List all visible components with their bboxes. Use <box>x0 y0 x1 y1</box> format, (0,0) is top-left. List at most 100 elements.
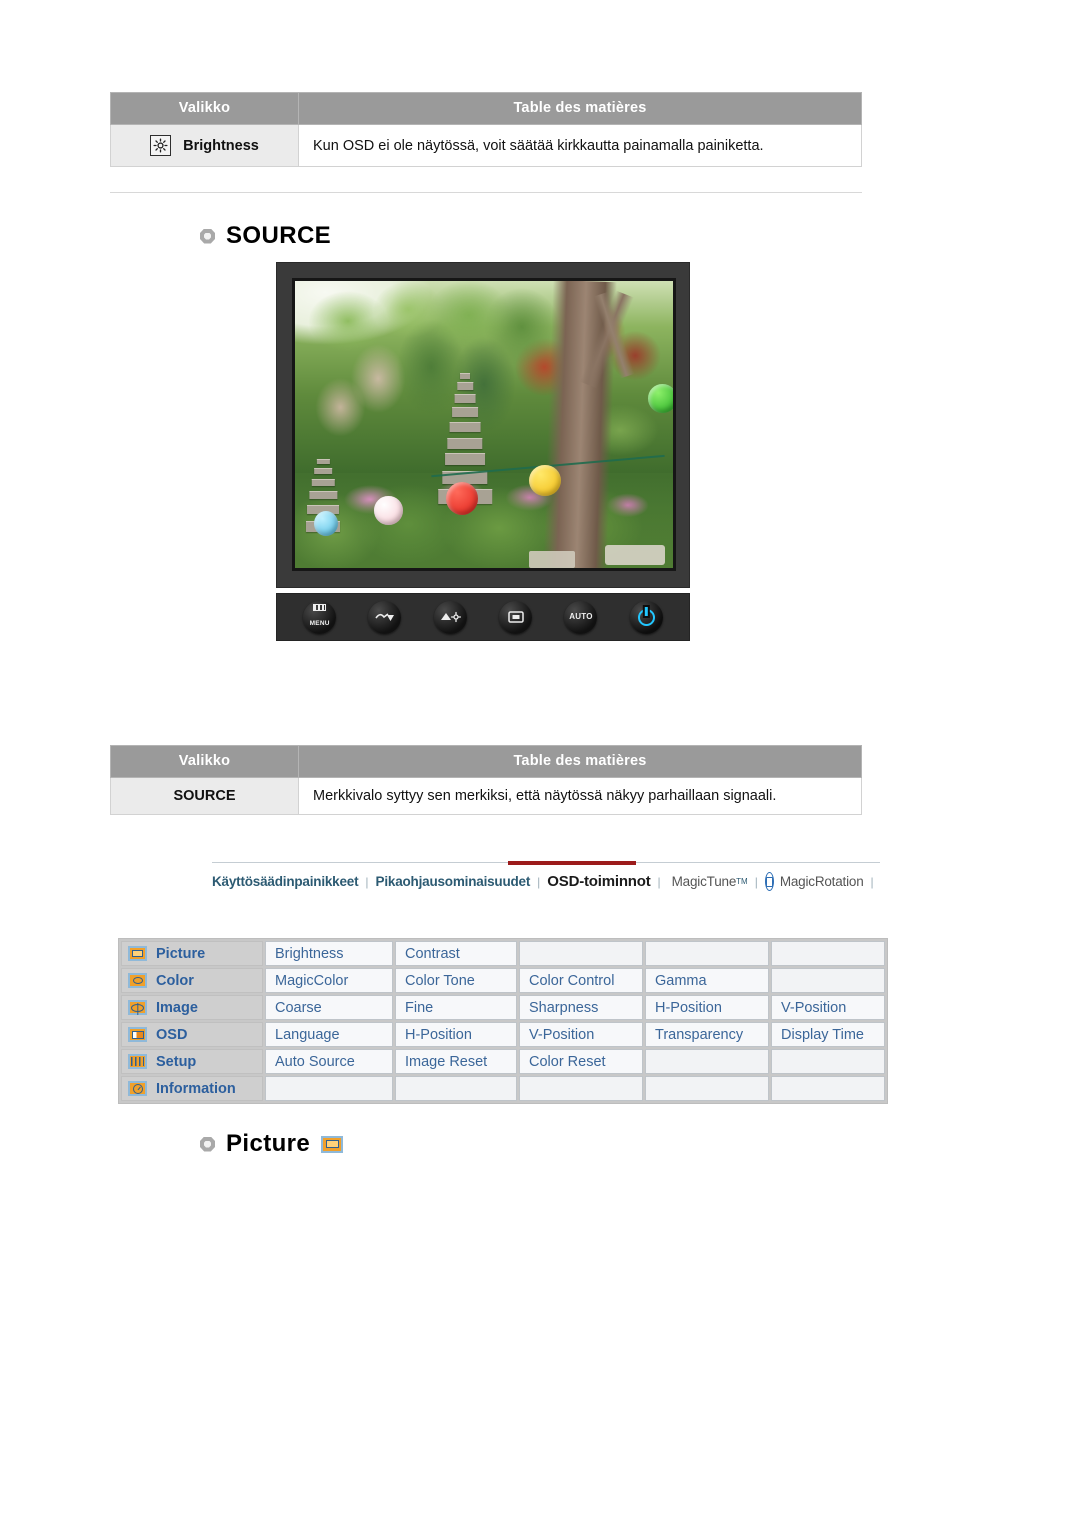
osd-category-information[interactable]: Information <box>121 1076 263 1101</box>
brightness-menu-cell: Brightness <box>110 124 299 167</box>
table-row: Brightness Kun OSD ei ole näytössä, voit… <box>110 124 862 167</box>
osd-item-empty <box>395 1076 517 1101</box>
monitor-illustration: MENU AUTO <box>276 262 690 641</box>
osd-category-label: Image <box>156 999 198 1016</box>
nav-separator: | <box>754 874 758 889</box>
osd-category-label: OSD <box>156 1026 188 1043</box>
menu-button-label: MENU <box>309 620 330 628</box>
table-header-row: Valikko Table des matières <box>110 745 862 778</box>
osd-row-image: Image Coarse Fine Sharpness H-Position V… <box>121 995 885 1020</box>
nav-item-magicrotation[interactable]: MagicRotation <box>780 874 864 889</box>
manual-page: Valikko Table des matières Brightness Ku… <box>0 0 1080 1528</box>
brightness-description-cell: Kun OSD ei ole näytössä, voit säätää kir… <box>298 124 862 167</box>
nav-separator: | <box>537 874 541 889</box>
osd-row-information: Information <box>121 1076 885 1101</box>
osd-row-picture: Picture Brightness Contrast <box>121 941 885 966</box>
setup-icon <box>128 1054 147 1069</box>
brightness-info-table: Valikko Table des matières Brightness Ku… <box>110 92 862 167</box>
osd-row-color: Color MagicColor Color Tone Color Contro… <box>121 968 885 993</box>
osd-item[interactable]: H-Position <box>395 1022 517 1047</box>
table-row: SOURCE Merkkivalo syttyy sen merkiksi, e… <box>110 777 862 815</box>
osd-item-empty <box>645 1076 769 1101</box>
up-brightness-button[interactable] <box>433 600 467 634</box>
osd-item[interactable]: Transparency <box>645 1022 769 1047</box>
source-enter-icon <box>507 611 524 623</box>
osd-item-empty <box>771 1049 885 1074</box>
osd-category-label: Information <box>156 1080 236 1097</box>
down-arrow-icon <box>375 613 394 621</box>
osd-item[interactable]: Color Control <box>519 968 643 993</box>
magicrotation-logo-icon <box>764 872 774 891</box>
osd-item-empty <box>645 1049 769 1074</box>
osd-item[interactable]: Fine <box>395 995 517 1020</box>
osd-item[interactable]: Display Time <box>771 1022 885 1047</box>
enter-source-button[interactable] <box>499 600 533 634</box>
nav-separator: | <box>365 874 369 889</box>
monitor-control-panel: MENU AUTO <box>276 593 690 641</box>
nav-separator: | <box>870 874 874 889</box>
osd-category-image[interactable]: Image <box>121 995 263 1020</box>
active-nav-underline <box>508 861 636 865</box>
osd-category-setup[interactable]: Setup <box>121 1049 263 1074</box>
osd-category-osd[interactable]: OSD <box>121 1022 263 1047</box>
table-header-row: Valikko Table des matières <box>110 92 862 125</box>
osd-item[interactable]: Image Reset <box>395 1049 517 1074</box>
osd-icon <box>128 1027 147 1042</box>
power-button[interactable] <box>629 600 663 634</box>
down-button[interactable] <box>368 600 402 634</box>
osd-item[interactable]: MagicColor <box>265 968 393 993</box>
auto-button[interactable]: AUTO <box>564 600 598 634</box>
osd-item[interactable]: Coarse <box>265 995 393 1020</box>
picture-icon <box>128 946 147 961</box>
osd-item[interactable]: Gamma <box>645 968 769 993</box>
osd-item[interactable]: Contrast <box>395 941 517 966</box>
picture-icon <box>321 1135 344 1153</box>
osd-item-empty <box>265 1076 393 1101</box>
stone-slab <box>529 550 575 568</box>
osd-item[interactable]: Brightness <box>265 941 393 966</box>
information-icon <box>128 1081 147 1096</box>
source-heading-text: SOURCE <box>226 222 332 249</box>
osd-item-empty <box>519 941 643 966</box>
source-description-cell: Merkkivalo syttyy sen merkiksi, että näy… <box>298 777 862 815</box>
column-header-table-des-matieres: Table des matières <box>298 92 862 125</box>
osd-item[interactable]: Color Tone <box>395 968 517 993</box>
osd-category-picture[interactable]: Picture <box>121 941 263 966</box>
monitor-screen-photo <box>295 281 673 568</box>
osd-category-color[interactable]: Color <box>121 968 263 993</box>
osd-item[interactable]: V-Position <box>519 1022 643 1047</box>
section-navbar: Käyttösäädinpainikkeet | Pikaohjausomina… <box>212 861 880 891</box>
nav-item-control-buttons[interactable]: Käyttösäädinpainikkeet <box>212 874 359 889</box>
power-icon <box>637 608 655 626</box>
osd-item[interactable]: Language <box>265 1022 393 1047</box>
monitor-bezel <box>276 262 690 588</box>
osd-category-label: Setup <box>156 1053 197 1070</box>
osd-item[interactable]: Auto Source <box>265 1049 393 1074</box>
osd-item-empty <box>771 1076 885 1101</box>
osd-item-empty <box>771 968 885 993</box>
lantern-green <box>648 384 673 413</box>
osd-item[interactable]: Sharpness <box>519 995 643 1020</box>
nav-item-direct-functions[interactable]: Pikaohjausominaisuudet <box>376 874 531 889</box>
osd-item[interactable]: H-Position <box>645 995 769 1020</box>
nav-item-osd-functions[interactable]: OSD-toiminnot <box>547 873 650 890</box>
diamond-bullet-icon <box>200 228 215 244</box>
osd-item-empty <box>519 1076 643 1101</box>
osd-item[interactable]: Color Reset <box>519 1049 643 1074</box>
osd-item-empty <box>645 941 769 966</box>
brightness-sun-icon <box>150 135 172 156</box>
lantern-red <box>446 481 479 515</box>
nav-item-magictune[interactable]: MagicTune <box>672 874 737 889</box>
magictune-trademark: TM <box>736 877 748 886</box>
picture-heading: Picture <box>200 1130 344 1158</box>
nav-separator: | <box>657 874 661 889</box>
stone-slab <box>604 545 666 566</box>
osd-item[interactable]: V-Position <box>771 995 885 1020</box>
osd-category-label: Color <box>156 972 194 989</box>
osd-row-osd: OSD Language H-Position V-Position Trans… <box>121 1022 885 1047</box>
source-info-table: Valikko Table des matières SOURCE Merkki… <box>110 745 862 815</box>
menu-button[interactable]: MENU <box>303 600 337 634</box>
section-divider <box>110 192 862 193</box>
up-brightness-icon <box>440 611 461 623</box>
osd-item-empty <box>771 941 885 966</box>
